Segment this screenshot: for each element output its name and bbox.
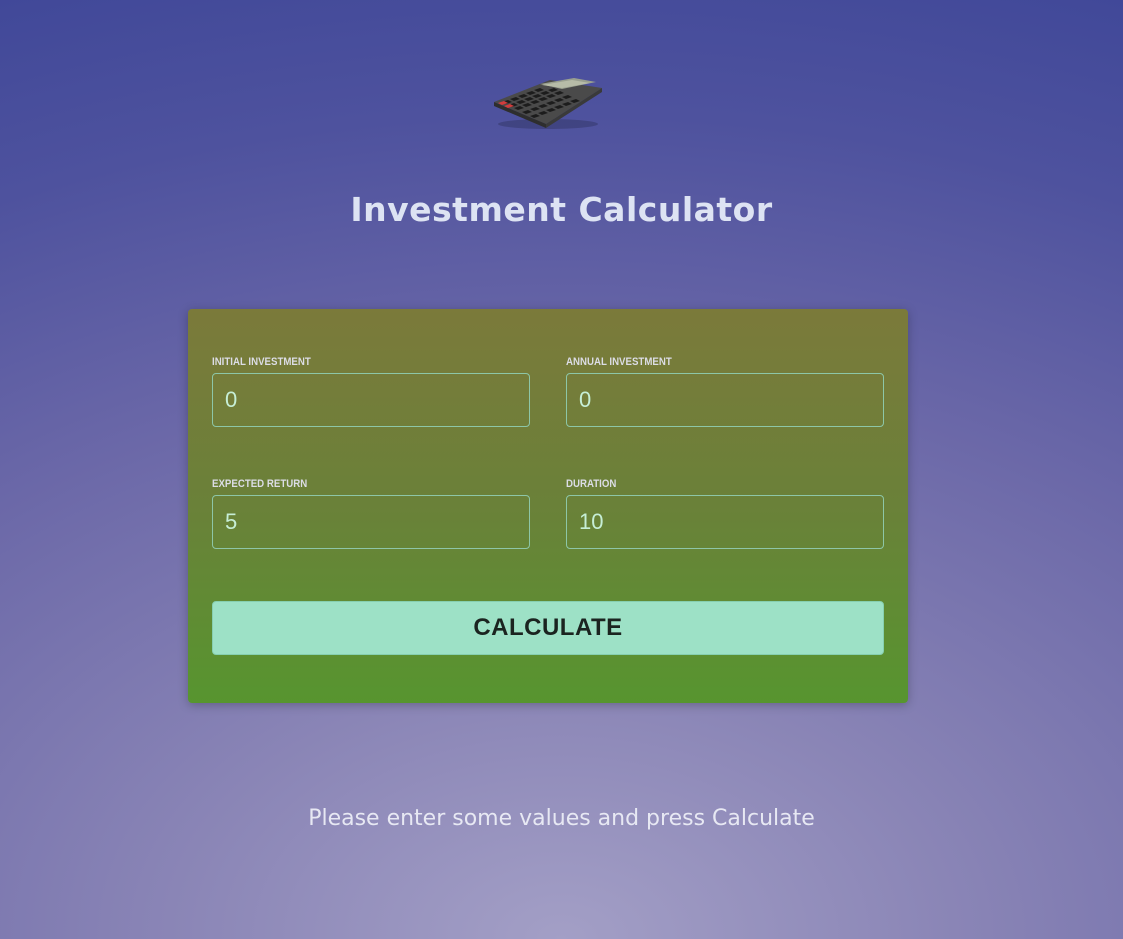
calculator-icon xyxy=(492,72,604,132)
status-message: Please enter some values and press Calcu… xyxy=(308,806,815,831)
expected-return-label: Expected Return xyxy=(212,478,308,490)
duration-field: Duration xyxy=(566,478,884,549)
calculate-button[interactable]: CALCULATE xyxy=(212,601,884,655)
duration-input[interactable] xyxy=(566,495,884,549)
page-title: Investment Calculator xyxy=(350,190,773,229)
expected-return-field: Expected Return xyxy=(212,478,530,549)
duration-label: Duration xyxy=(566,478,617,490)
initial-investment-label: Initial Investment xyxy=(212,356,311,368)
annual-investment-label: Annual Investment xyxy=(566,356,672,368)
initial-investment-input[interactable] xyxy=(212,373,530,427)
expected-return-input[interactable] xyxy=(212,495,530,549)
annual-investment-field: Annual Investment xyxy=(566,356,884,427)
initial-investment-field: Initial Investment xyxy=(212,356,530,427)
annual-investment-input[interactable] xyxy=(566,373,884,427)
investment-form: Initial Investment Annual Investment Exp… xyxy=(188,309,908,703)
